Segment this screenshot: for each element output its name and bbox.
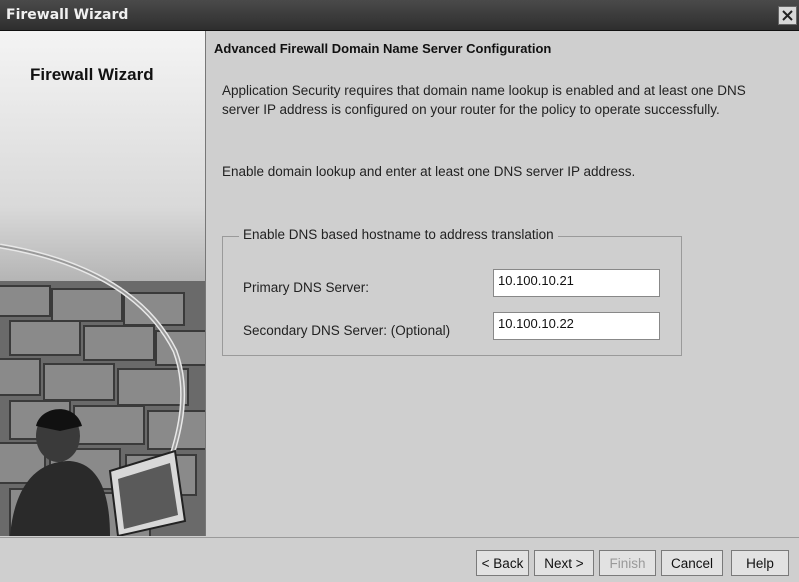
dns-settings-group: Enable DNS based hostname to address tra…	[222, 227, 682, 356]
wizard-illustration	[0, 243, 205, 536]
secondary-dns-input[interactable]	[493, 312, 660, 340]
wizard-sidebar: Firewall Wizard	[0, 31, 206, 536]
primary-dns-label: Primary DNS Server:	[243, 280, 370, 295]
back-button[interactable]: < Back	[476, 550, 529, 576]
group-legend: Enable DNS based hostname to address tra…	[239, 227, 558, 242]
help-button[interactable]: Help	[731, 550, 789, 576]
instruction-text: Enable domain lookup and enter at least …	[222, 164, 636, 179]
description-text: Application Security requires that domai…	[222, 83, 746, 117]
primary-dns-input[interactable]	[493, 269, 660, 297]
button-bar: < Back Next > Finish Cancel Help	[0, 537, 799, 582]
close-icon	[782, 10, 793, 21]
secondary-dns-label: Secondary DNS Server: (Optional)	[243, 323, 451, 338]
next-button[interactable]: Next >	[534, 550, 594, 576]
cancel-button[interactable]: Cancel	[661, 550, 723, 576]
wizard-window: Firewall Wizard Firewall Wizard Advanced…	[0, 0, 799, 582]
finish-button[interactable]: Finish	[599, 550, 656, 576]
title-bar: Firewall Wizard	[0, 0, 799, 31]
page-heading: Advanced Firewall Domain Name Server Con…	[214, 41, 552, 56]
window-title: Firewall Wizard	[6, 7, 129, 23]
close-button[interactable]	[778, 6, 797, 25]
main-panel: Advanced Firewall Domain Name Server Con…	[206, 31, 799, 536]
